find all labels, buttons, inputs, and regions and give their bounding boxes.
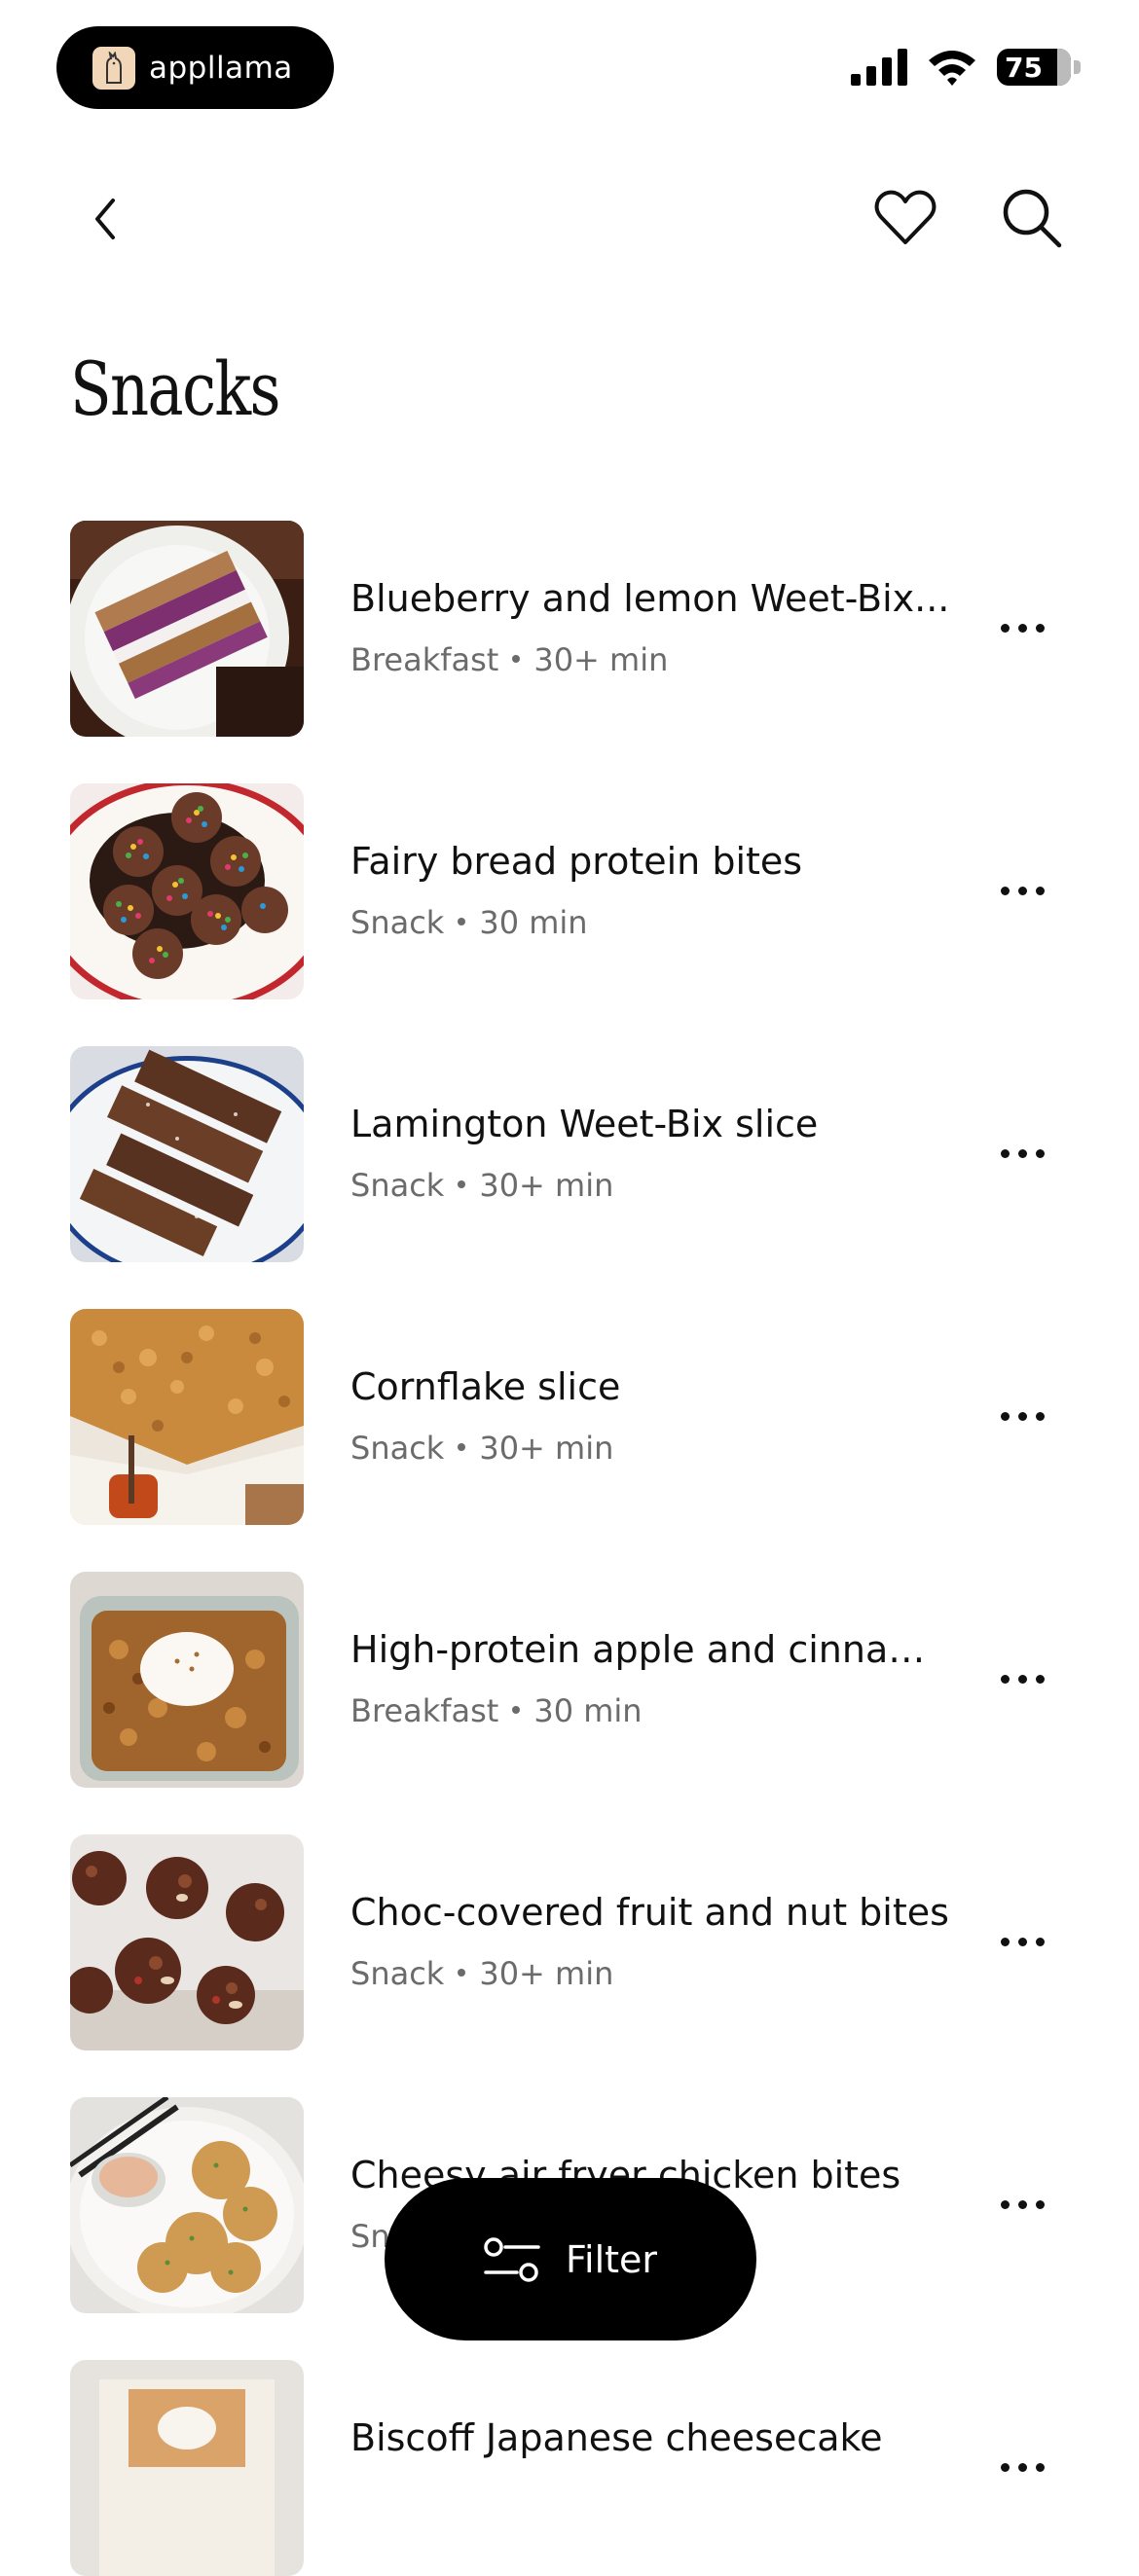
chevron-left-icon bbox=[95, 199, 115, 239]
signal-icon bbox=[851, 49, 907, 86]
recipe-meta: Snack 30 min bbox=[350, 904, 588, 941]
more-options-button[interactable] bbox=[983, 2180, 1061, 2229]
search-icon bbox=[1003, 189, 1062, 248]
list-item[interactable]: Choc-covered fruit and nut bites Snack 30… bbox=[0, 1834, 1139, 2050]
top-nav bbox=[0, 175, 1139, 263]
recipe-time: 30+ min bbox=[479, 1167, 614, 1204]
heart-icon bbox=[874, 190, 937, 244]
recipe-category: Breakfast bbox=[350, 1692, 499, 1729]
recipe-meta: Snack 30+ min bbox=[350, 1167, 613, 1204]
recipe-category: Snack bbox=[350, 1167, 445, 1204]
list-item[interactable]: Biscoff Japanese cheesecake bbox=[0, 2360, 1139, 2576]
recipe-category: Breakfast bbox=[350, 641, 499, 678]
battery-indicator: 75 bbox=[997, 49, 1081, 86]
list-item[interactable]: Lamington Weet-Bix slice Snack 30+ min bbox=[0, 1046, 1139, 1262]
more-options-button[interactable] bbox=[983, 603, 1061, 652]
recipe-category: Snack bbox=[350, 1430, 445, 1467]
more-options-button[interactable] bbox=[983, 1654, 1061, 1703]
list-item[interactable]: Blueberry and lemon Weet-Bix... Breakfas… bbox=[0, 521, 1139, 737]
llama-logo-icon bbox=[92, 46, 135, 90]
recipe-time: 30 min bbox=[479, 904, 588, 941]
wifi-icon bbox=[929, 51, 975, 86]
recipe-meta: Breakfast 30+ min bbox=[350, 641, 668, 678]
more-options-button[interactable] bbox=[983, 1392, 1061, 1440]
sliders-icon bbox=[484, 2236, 540, 2282]
app-name: appllama bbox=[149, 50, 293, 86]
list-item[interactable]: Fairy bread protein bites Snack 30 min bbox=[0, 783, 1139, 999]
recipe-image bbox=[70, 1046, 304, 1262]
recipe-time: 30+ min bbox=[479, 1955, 614, 1992]
status-bar: appllama 75 bbox=[0, 0, 1139, 127]
list-item[interactable]: High-protein apple and cinnam... Breakfa… bbox=[0, 1572, 1139, 1788]
recipe-image bbox=[70, 2360, 304, 2576]
recipe-title: High-protein apple and cinnam... bbox=[350, 1628, 959, 1671]
more-options-button[interactable] bbox=[983, 2443, 1061, 2491]
recipe-title: Biscoff Japanese cheesecake bbox=[350, 2416, 883, 2459]
recipe-title: Choc-covered fruit and nut bites bbox=[350, 1891, 949, 1934]
recipe-meta: Snack 30+ min bbox=[350, 1430, 613, 1467]
recipe-title: Cornflake slice bbox=[350, 1365, 621, 1408]
search-button[interactable] bbox=[993, 179, 1071, 257]
recipe-image bbox=[70, 521, 304, 737]
battery-level: 75 bbox=[1005, 51, 1043, 84]
recipe-category: Snack bbox=[350, 1955, 445, 1992]
filter-button[interactable]: Filter bbox=[385, 2178, 756, 2340]
recipe-title: Lamington Weet-Bix slice bbox=[350, 1103, 819, 1145]
favorite-button[interactable] bbox=[866, 179, 944, 257]
recipe-meta: Snack 30+ min bbox=[350, 1955, 613, 1992]
list-item[interactable]: Cornflake slice Snack 30+ min bbox=[0, 1309, 1139, 1525]
page-title: Snacks bbox=[70, 345, 280, 432]
recipe-category: Snack bbox=[350, 904, 445, 941]
app-indicator[interactable]: appllama bbox=[56, 26, 334, 109]
more-options-button[interactable] bbox=[983, 1917, 1061, 1966]
filter-label: Filter bbox=[565, 2237, 658, 2281]
recipe-image bbox=[70, 1572, 304, 1788]
recipe-time: 30 min bbox=[533, 1692, 643, 1729]
recipe-time: 30+ min bbox=[533, 641, 669, 678]
recipe-image bbox=[70, 1834, 304, 2050]
recipe-meta: Breakfast 30 min bbox=[350, 1692, 643, 1729]
recipe-title: Blueberry and lemon Weet-Bix... bbox=[350, 577, 950, 620]
recipe-image bbox=[70, 783, 304, 999]
back-button[interactable] bbox=[66, 180, 144, 258]
recipe-image bbox=[70, 2097, 304, 2313]
more-options-button[interactable] bbox=[983, 866, 1061, 915]
recipe-time: 30+ min bbox=[479, 1430, 614, 1467]
recipe-title: Fairy bread protein bites bbox=[350, 840, 803, 883]
recipe-image bbox=[70, 1309, 304, 1525]
more-options-button[interactable] bbox=[983, 1129, 1061, 1178]
